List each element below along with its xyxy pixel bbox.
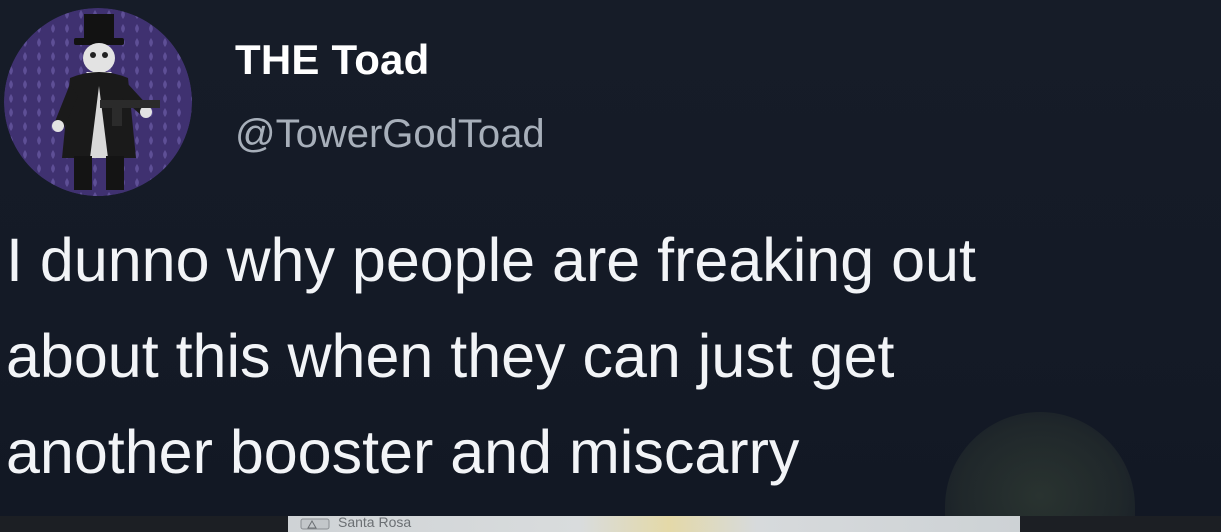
display-name[interactable]: THE Toad — [235, 36, 429, 84]
map-location-label: Santa Rosa — [338, 514, 412, 530]
avatar[interactable] — [4, 8, 192, 196]
tweet-text-line: about this when they can just get — [6, 322, 895, 390]
tweet-card: THE Toad @TowerGodToad I dunno why peopl… — [0, 0, 1221, 532]
avatar-image — [4, 8, 192, 196]
user-handle[interactable]: @TowerGodToad — [235, 112, 545, 157]
tweet-text-line: I dunno why people are freaking out — [6, 226, 976, 294]
map-pin-icon — [300, 518, 330, 530]
